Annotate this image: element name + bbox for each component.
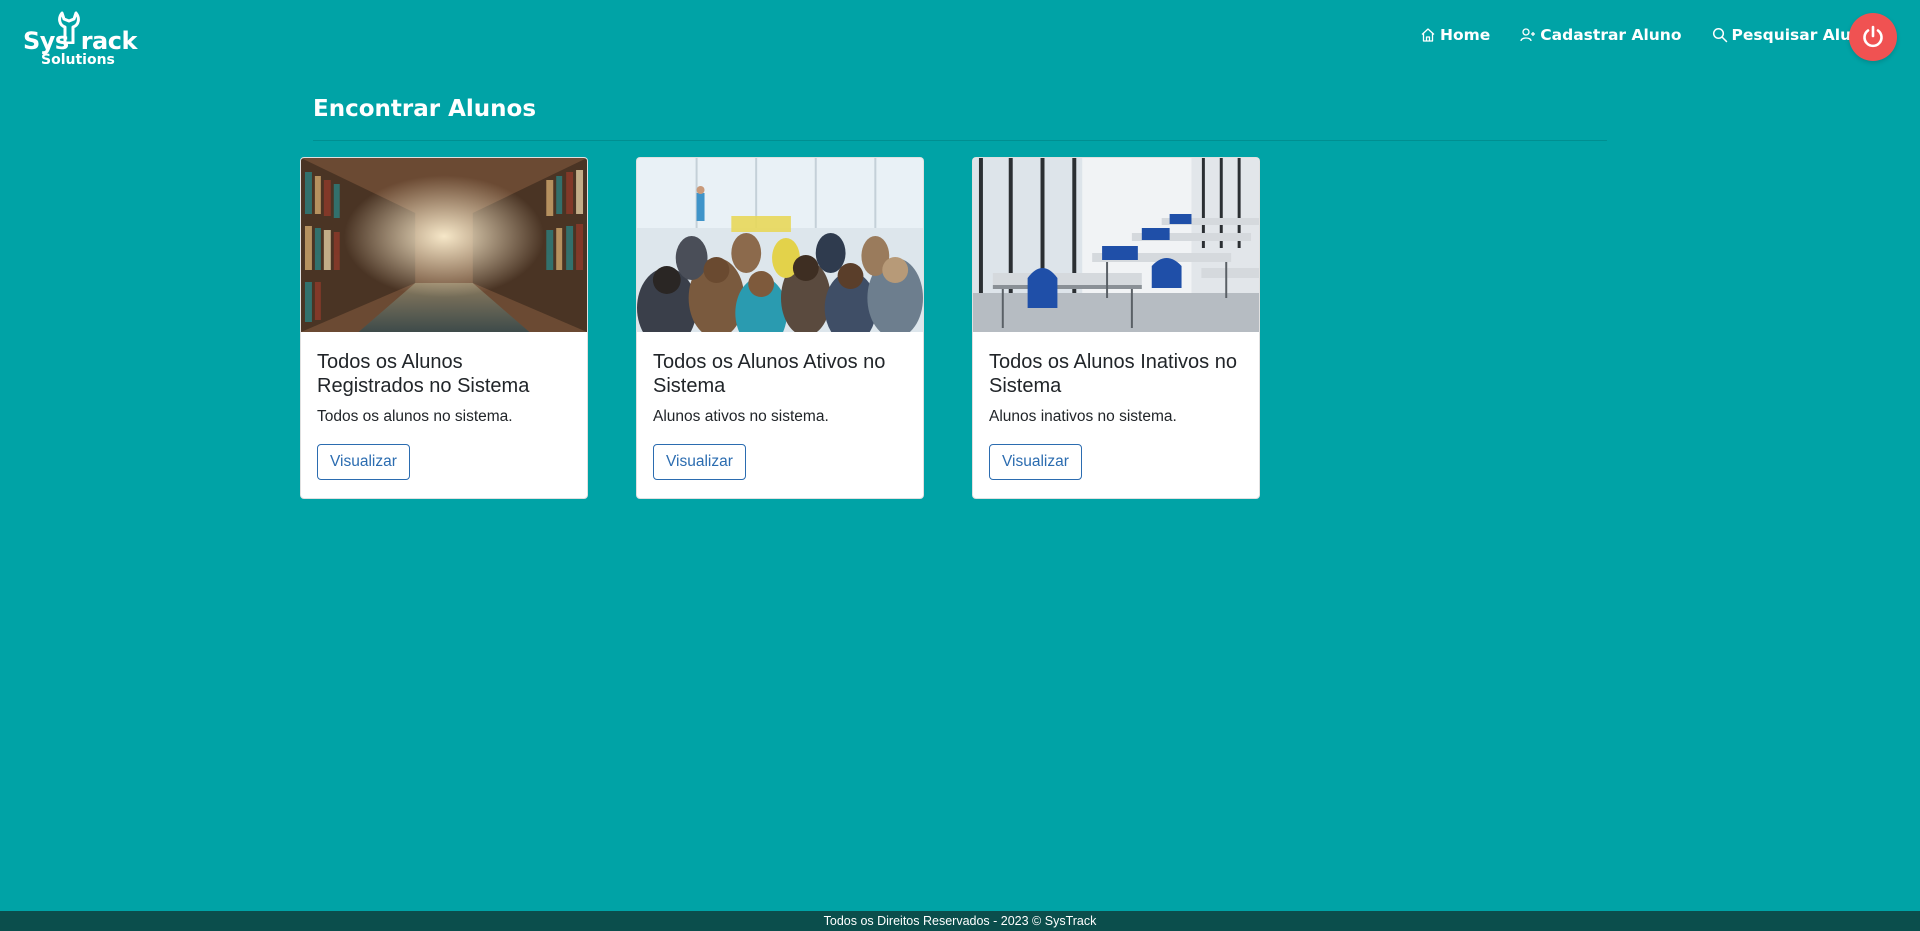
nav-home[interactable]: Home (1420, 26, 1490, 44)
user-add-icon (1520, 28, 1536, 42)
logo[interactable]: Sys rack Solutions (23, 10, 137, 70)
card-title: Todos os Alunos Inativos no Sistema (989, 351, 1237, 397)
card-text: Alunos inativos no sistema. (989, 408, 1177, 425)
card-inactive-students: Todos os Alunos Inativos no Sistema Alun… (972, 157, 1260, 499)
card-active-students: Todos os Alunos Ativos no Sistema Alunos… (636, 157, 924, 499)
logo-text: Sys rack (23, 27, 137, 55)
card-title: Todos os Alunos Registrados no Sistema (317, 351, 530, 397)
logout-button[interactable] (1849, 13, 1897, 61)
classroom-students-photo (637, 158, 923, 332)
view-active-students-button[interactable]: Visualizar (653, 444, 746, 480)
card-text: Todos os alunos no sistema. (317, 408, 513, 425)
footer: Todos os Direitos Reservados - 2023 © Sy… (0, 911, 1920, 931)
card-list: Todos os Alunos Registrados no Sistema T… (300, 157, 1308, 499)
home-icon (1421, 28, 1435, 42)
footer-text: Todos os Direitos Reservados - 2023 © Sy… (823, 914, 1097, 928)
title-divider (313, 140, 1607, 141)
search-icon (1712, 27, 1727, 43)
empty-classroom-photo (973, 158, 1259, 332)
power-icon (1863, 25, 1883, 48)
view-inactive-students-button[interactable]: Visualizar (989, 444, 1082, 480)
library-bookshelves-photo (301, 158, 587, 332)
card-text: Alunos ativos no sistema. (653, 408, 829, 425)
nav-cadastrar-aluno[interactable]: Cadastrar Aluno (1520, 26, 1682, 44)
page-title: Encontrar Alunos (313, 96, 537, 122)
nav-cadastrar-aluno-label: Cadastrar Aluno (1540, 26, 1682, 44)
main-nav: Home Cadastrar Aluno Pesquisar Aluno (1420, 26, 1903, 44)
card-body: Todos os Alunos Inativos no Sistema Alun… (973, 332, 1259, 496)
card-all-students: Todos os Alunos Registrados no Sistema T… (300, 157, 588, 499)
card-title: Todos os Alunos Ativos no Sistema (653, 351, 886, 397)
view-all-students-button[interactable]: Visualizar (317, 444, 410, 480)
nav-home-label: Home (1440, 26, 1491, 44)
logo-subtitle: Solutions (41, 52, 115, 68)
card-body: Todos os Alunos Registrados no Sistema T… (301, 332, 587, 496)
card-body: Todos os Alunos Ativos no Sistema Alunos… (637, 332, 923, 496)
